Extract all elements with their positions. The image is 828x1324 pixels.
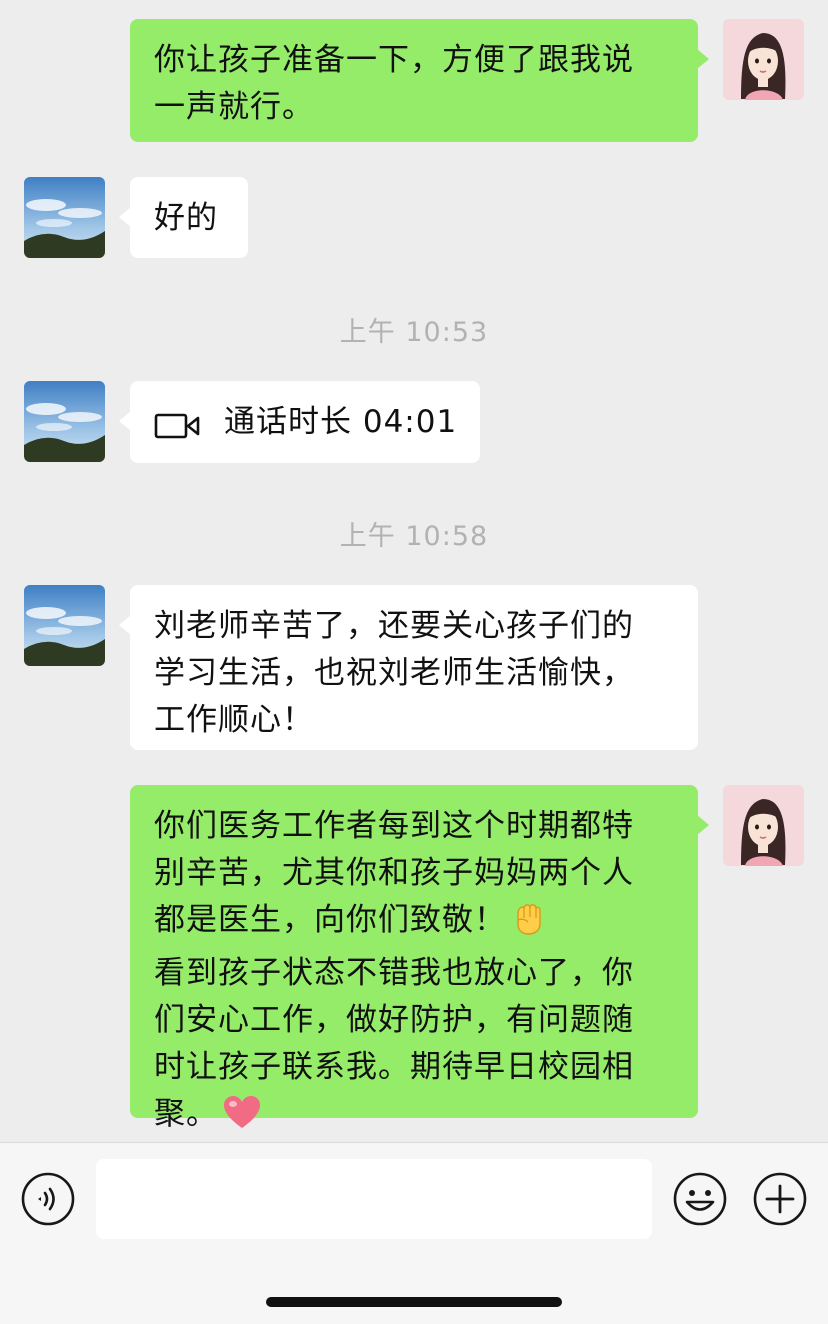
- call-record-bubble[interactable]: 通话时长 04:01: [119, 381, 480, 463]
- raised-fist-emoji: [510, 900, 546, 950]
- message-line: 们安心工作，做好防护，有问题随: [154, 1002, 634, 1038]
- message-line: 时让孩子联系我。期待早日校园相: [154, 1049, 634, 1085]
- message-text: 都是医生，向你们致敬！: [154, 902, 506, 938]
- heart-emoji: [222, 1094, 262, 1144]
- contact-avatar[interactable]: [24, 177, 105, 258]
- message-line: 刘老师辛苦了，还要关心孩子们的: [154, 608, 634, 644]
- message-line: 好的: [154, 200, 218, 236]
- contact-avatar[interactable]: [24, 585, 105, 666]
- sent-message-bubble[interactable]: 你们医务工作者每到这个时期都特 别辛苦，尤其你和孩子妈妈两个人 都是医生，向你们…: [130, 785, 709, 1132]
- message-line: 聚。: [154, 1091, 674, 1144]
- chat-area[interactable]: 你让孩子准备一下，方便了跟我说 一声就行。 好的 上午 10:53 通话时长 0…: [0, 0, 828, 1142]
- received-message-bubble[interactable]: 好的: [119, 177, 248, 258]
- message-line: 你们医务工作者每到这个时期都特: [154, 808, 634, 844]
- home-indicator[interactable]: [266, 1297, 562, 1307]
- my-avatar[interactable]: [723, 19, 804, 100]
- call-duration-text: 通话时长 04:01: [224, 404, 458, 440]
- message-line: 工作顺心！: [154, 702, 314, 738]
- message-input[interactable]: [96, 1159, 652, 1239]
- timestamp: 上午 10:53: [339, 317, 489, 348]
- sent-message-bubble[interactable]: 你让孩子准备一下，方便了跟我说 一声就行。: [130, 19, 709, 142]
- plus-circle-icon[interactable]: [752, 1171, 808, 1227]
- contact-avatar[interactable]: [24, 381, 105, 462]
- message-line: 看到孩子状态不错我也放心了，你: [154, 955, 634, 991]
- emoji-smile-icon[interactable]: [672, 1171, 728, 1227]
- voice-input-icon[interactable]: [20, 1171, 76, 1227]
- message-line: 你让孩子准备一下，方便了跟我说: [154, 42, 634, 78]
- message-line: 一声就行。: [154, 89, 314, 125]
- video-call-icon: [154, 408, 200, 438]
- my-avatar[interactable]: [723, 785, 804, 866]
- timestamp: 上午 10:58: [339, 521, 489, 552]
- received-message-bubble[interactable]: 刘老师辛苦了，还要关心孩子们的 学习生活，也祝刘老师生活愉快， 工作顺心！: [119, 585, 698, 750]
- message-line: 别辛苦，尤其你和孩子妈妈两个人: [154, 855, 634, 891]
- message-line: 都是医生，向你们致敬！: [154, 897, 674, 950]
- message-line: 学习生活，也祝刘老师生活愉快，: [154, 655, 634, 691]
- message-text: 聚。: [154, 1096, 218, 1132]
